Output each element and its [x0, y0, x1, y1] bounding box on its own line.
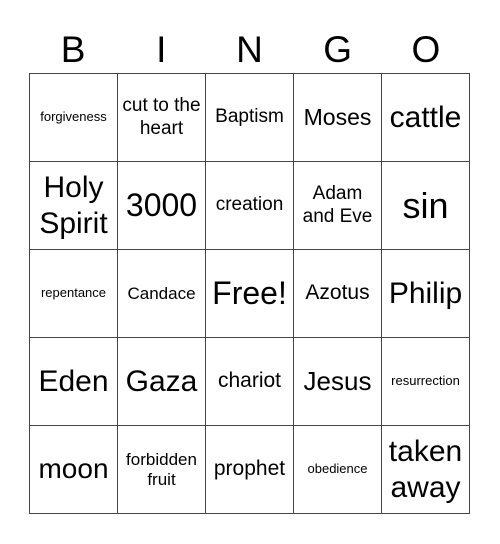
bingo-cell[interactable]: creation [206, 162, 294, 250]
bingo-cell[interactable]: Moses [294, 74, 382, 162]
bingo-cell[interactable]: forgiveness [30, 74, 118, 162]
bingo-cell[interactable]: prophet [206, 426, 294, 514]
bingo-grid: forgiveness cut to the heart Baptism Mos… [29, 73, 470, 514]
bingo-cell[interactable]: Jesus [294, 338, 382, 426]
bingo-cell[interactable]: Azotus [294, 250, 382, 338]
bingo-cell[interactable]: resurrection [382, 338, 470, 426]
bingo-cell[interactable]: taken away [382, 426, 470, 514]
free-space-cell[interactable]: Free! [206, 250, 294, 338]
bingo-cell[interactable]: cut to the heart [118, 74, 206, 162]
bingo-cell[interactable]: forbidden fruit [118, 426, 206, 514]
bingo-cell[interactable]: Philip [382, 250, 470, 338]
bingo-cell[interactable]: Holy Spirit [30, 162, 118, 250]
bingo-cell[interactable]: cattle [382, 74, 470, 162]
bingo-header: B I N G O [29, 28, 470, 72]
bingo-cell[interactable]: Gaza [118, 338, 206, 426]
header-letter-o: O [411, 29, 441, 70]
bingo-cell[interactable]: obedience [294, 426, 382, 514]
bingo-cell[interactable]: Adam and Eve [294, 162, 382, 250]
header-letter-i: I [156, 29, 167, 70]
bingo-cell[interactable]: Baptism [206, 74, 294, 162]
bingo-cell[interactable]: chariot [206, 338, 294, 426]
bingo-cell[interactable]: moon [30, 426, 118, 514]
header-letter-b: B [60, 29, 86, 70]
bingo-cell[interactable]: Candace [118, 250, 206, 338]
header-letter-n: N [236, 29, 263, 70]
bingo-cell[interactable]: Eden [30, 338, 118, 426]
header-letter-g: G [323, 29, 353, 70]
bingo-cell[interactable]: 3000 [118, 162, 206, 250]
bingo-cell[interactable]: sin [382, 162, 470, 250]
bingo-cell[interactable]: repentance [30, 250, 118, 338]
